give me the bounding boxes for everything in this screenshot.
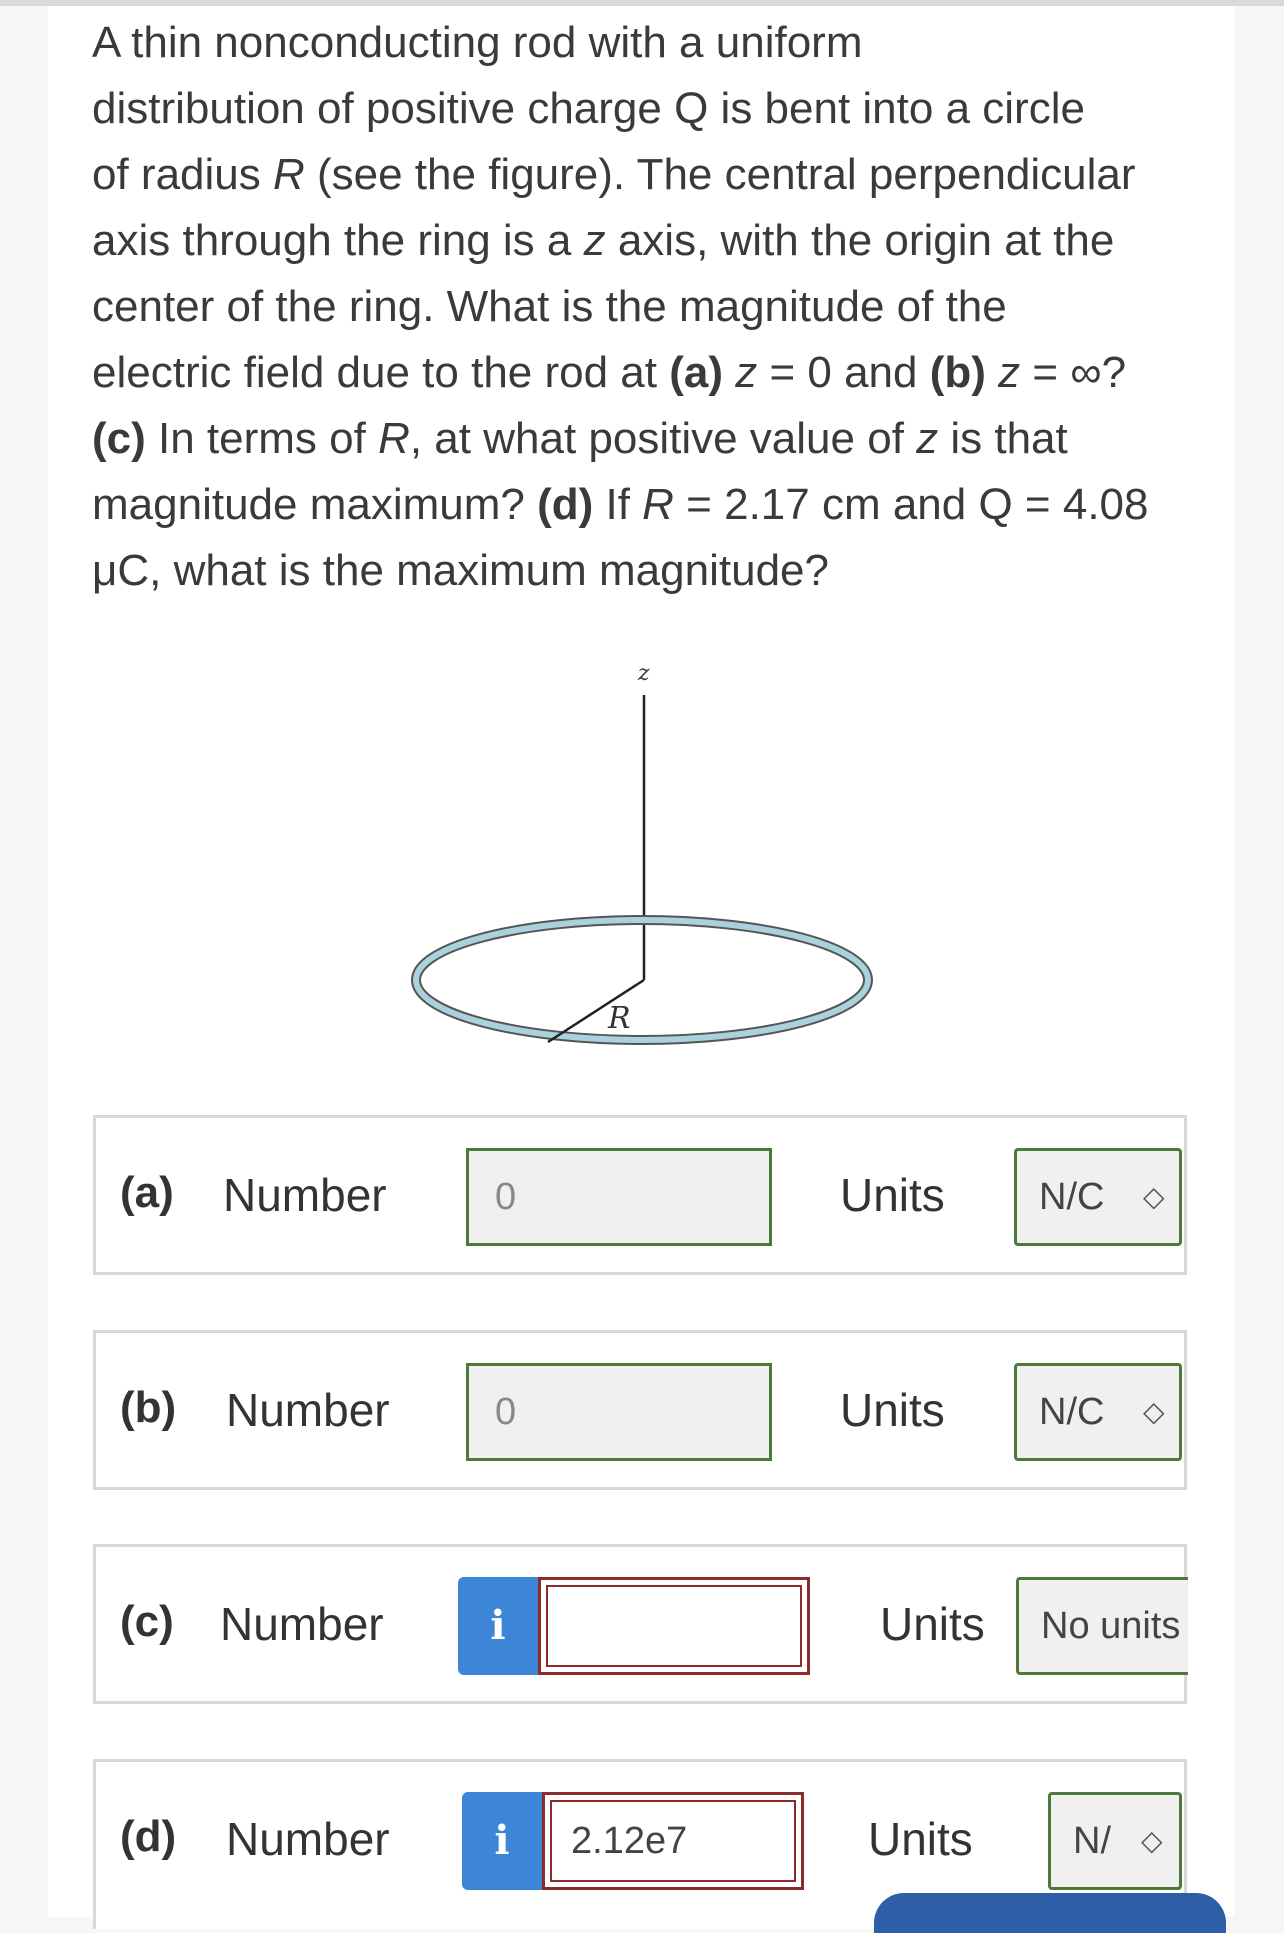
answer-a-units-select[interactable]: N/C ◇ xyxy=(1014,1148,1182,1246)
chevron-updown-icon: ◇ xyxy=(1143,1396,1165,1427)
question-text: A thin nonconducting rod with a uniform … xyxy=(92,18,1149,595)
number-label: Number xyxy=(226,1813,390,1865)
number-label: Number xyxy=(226,1384,390,1436)
answer-c-input[interactable] xyxy=(538,1577,810,1675)
part-label: (d) xyxy=(120,1812,177,1861)
number-label: Number xyxy=(223,1169,387,1221)
units-label: Units xyxy=(880,1598,985,1650)
number-label: Number xyxy=(220,1598,384,1650)
answer-b-units-select[interactable]: N/C ◇ xyxy=(1014,1363,1182,1461)
info-icon[interactable]: i xyxy=(458,1577,538,1675)
part-label: (c) xyxy=(120,1597,174,1646)
answer-row-b: (b) Number 0 Units N/C ◇ xyxy=(93,1330,1187,1490)
units-label: Units xyxy=(840,1169,945,1221)
info-icon[interactable]: i xyxy=(462,1792,542,1890)
charged-ring-figure: z R xyxy=(411,661,873,1045)
part-label: (b) xyxy=(120,1383,177,1432)
submit-button[interactable] xyxy=(874,1893,1226,1933)
answer-d-input[interactable]: 2.12e7 xyxy=(542,1792,804,1890)
units-label: Units xyxy=(868,1813,973,1865)
chevron-updown-icon: ◇ xyxy=(1143,1181,1165,1212)
units-label: Units xyxy=(840,1384,945,1436)
answer-c-units-select[interactable]: No units xyxy=(1016,1577,1188,1675)
answer-row-a: (a) Number 0 Units N/C ◇ xyxy=(93,1115,1187,1275)
answer-row-c: (c) Number i Units No units xyxy=(93,1544,1188,1704)
answer-b-input[interactable]: 0 xyxy=(466,1363,772,1461)
radius-label: R xyxy=(607,1001,631,1036)
part-label: (a) xyxy=(120,1168,174,1217)
answer-a-input[interactable]: 0 xyxy=(466,1148,772,1246)
z-axis-label: z xyxy=(637,661,650,686)
answer-d-units-select[interactable]: N/ ◇ xyxy=(1048,1792,1182,1890)
chevron-updown-icon: ◇ xyxy=(1141,1825,1163,1856)
